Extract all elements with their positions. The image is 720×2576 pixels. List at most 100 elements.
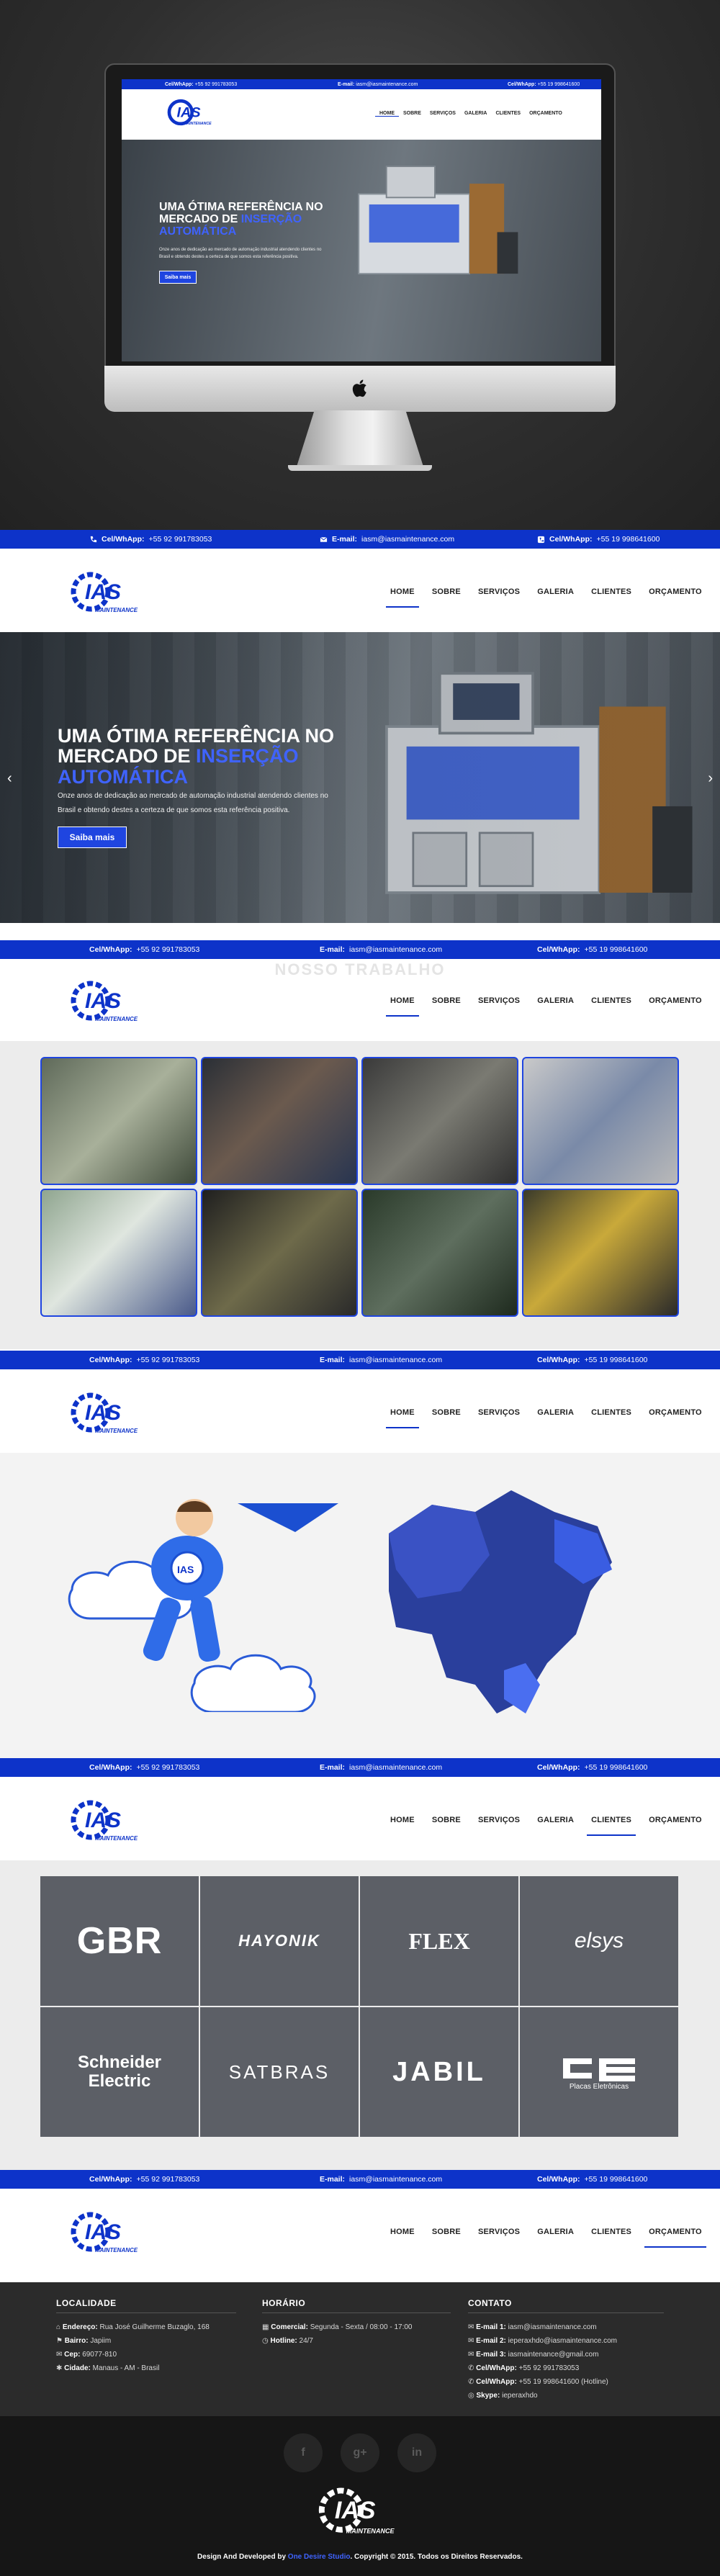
apple-icon — [352, 379, 366, 397]
footer-localidade: LOCALIDADE ⌂ Endereço: Rua José Guilherm… — [56, 2298, 236, 2375]
svg-text:IAS: IAS — [85, 1401, 121, 1425]
imac-stand — [297, 410, 423, 467]
gallery-photo[interactable] — [201, 1057, 358, 1185]
topbar-galeria: Cel/WhApp: +55 92 991783053 E-mail: iasm@i… — [0, 940, 720, 962]
svg-text:MAINTENANCE: MAINTENANCE — [95, 1835, 138, 1842]
copyright: Design And Developed by One Desire Studi… — [197, 2553, 523, 2561]
whatsapp-icon — [537, 536, 545, 543]
main-nav: HOME SOBRE SERVIÇOS GALERIA CLIENTES ORÇ… — [382, 996, 711, 1017]
saiba-mais-button[interactable]: Saiba mais — [58, 827, 127, 848]
hero-title: UMA ÓTIMA REFERÊNCIA NO MERCADO DE INSER… — [58, 725, 334, 788]
imac-chin — [104, 366, 616, 412]
gallery-photo[interactable] — [522, 1189, 679, 1317]
svg-text:MAINTENANCE: MAINTENANCE — [95, 607, 138, 613]
gallery-grid — [40, 1057, 680, 1317]
imac-screen: Cel/WhApp: +55 92 991783053 E-mail: iasm… — [122, 79, 601, 361]
main-nav: HOME SOBRE SERVIÇOS GALERIA CLIENTES ORÇ… — [382, 1408, 711, 1428]
nav-sobre[interactable]: SOBRE — [423, 587, 469, 596]
header-servicos: IAS MAINTENANCE HOME SOBRE SERVIÇOS GALE… — [0, 1372, 720, 1451]
nav-home[interactable]: HOME — [382, 587, 423, 608]
clients-section: GBR HAYONIK FLEX elsys Schneider Electri… — [0, 1860, 720, 2170]
facebook-icon[interactable]: f — [284, 2433, 323, 2472]
topbar-home: Cel/WhApp: +55 92 991783053 E-mail: iasm@i… — [0, 530, 720, 551]
slider-next-icon[interactable]: › — [708, 770, 713, 787]
client-logo: HAYONIK — [200, 1876, 359, 2006]
ias-logo[interactable]: IAS MAINTENANCE — [69, 2210, 145, 2258]
client-logo: SATBRAS — [200, 2007, 359, 2137]
main-nav: HOME SOBRE SERVIÇOS GALERIA CLIENTES ORÇ… — [382, 2228, 711, 2248]
services-section: IAS — [0, 1453, 720, 1758]
header-orcamento: IAS MAINTENANCE HOME SOBRE SERVIÇOS GALE… — [0, 2192, 720, 2282]
svg-text:IAS: IAS — [335, 2497, 376, 2524]
svg-text:MAINTENANCE: MAINTENANCE — [95, 2247, 138, 2253]
header-galeria: NOSSO TRABALHO IAS MAINTENANCE HOME SOBR… — [0, 960, 720, 1040]
ias-logo[interactable]: IAS MAINTENANCE — [69, 979, 145, 1027]
nav-orcamento[interactable]: ORÇAMENTO — [640, 587, 711, 596]
topbar-email[interactable]: E-mail: iasm@iasmaintenance.com — [320, 535, 454, 544]
client-logo: elsys — [520, 1876, 678, 2006]
svg-text:IAS: IAS — [85, 580, 121, 604]
svg-text:IAS: IAS — [85, 989, 121, 1013]
imac-mockup: Cel/WhApp: +55 92 991783053 E-mail: iasm… — [104, 63, 616, 412]
footer-contato: CONTATO ✉ E-mail 1: iasm@iasmaintenance.… — [468, 2298, 664, 2402]
nav-galeria[interactable]: GALERIA — [528, 587, 582, 596]
svg-text:MAINTENANCE: MAINTENANCE — [184, 122, 212, 126]
svg-text:IAS: IAS — [85, 1809, 121, 1832]
superhero-illustration: IAS — [68, 1499, 338, 1712]
gallery-photo[interactable] — [201, 1189, 358, 1317]
topbar-clientes: Cel/WhApp: +55 92 991783053 E-mail: iasm@i… — [0, 1758, 720, 1780]
nav-clientes[interactable]: CLIENTES — [582, 587, 640, 596]
client-logo: Schneider Electric — [40, 2007, 199, 2137]
gallery-photo[interactable] — [361, 1057, 518, 1185]
topbar-servicos: Cel/WhApp: +55 92 991783053 E-mail: iasm@i… — [0, 1351, 720, 1372]
gallery-photo[interactable] — [361, 1189, 518, 1317]
mini-logo: IAS MAINTENANCE — [167, 99, 212, 126]
mini-hero: UMA ÓTIMA REFERÊNCIA NO MERCADO DE INSER… — [122, 140, 601, 361]
svg-text:IAS: IAS — [85, 2220, 121, 2244]
footer-horario: HORÁRIO ▦ Comercial: Segunda - Sexta / 0… — [262, 2298, 451, 2348]
gallery-section — [0, 1041, 720, 1349]
svg-text:MAINTENANCE: MAINTENANCE — [95, 1016, 138, 1022]
mini-phone: Cel/WhApp: +55 92 991783053 — [165, 81, 238, 87]
studio-link[interactable]: One Desire Studio — [288, 2553, 351, 2561]
ias-logo[interactable]: IAS MAINTENANCE — [69, 570, 145, 618]
header-home: IAS MAINTENANCE HOME SOBRE SERVIÇOS GALE… — [0, 551, 720, 631]
main-nav: HOME SOBRE SERVIÇOS GALERIA CLIENTES ORÇ… — [382, 587, 711, 608]
slider-prev-icon[interactable]: ‹ — [7, 770, 12, 787]
phone-icon — [90, 536, 97, 542]
mail-icon — [320, 536, 328, 542]
footer-bottom: f g+ in IAS MAINTENANCE Design And Devel… — [0, 2416, 720, 2576]
ghost-title: NOSSO TRABALHO — [274, 960, 446, 978]
gallery-photo[interactable] — [40, 1057, 197, 1185]
client-logo: Placas Eletrônicas — [520, 2007, 678, 2137]
mockup-background: Cel/WhApp: +55 92 991783053 E-mail: iasm… — [0, 0, 720, 530]
footer-logo: IAS MAINTENANCE — [318, 2487, 395, 2534]
svg-text:MAINTENANCE: MAINTENANCE — [346, 2527, 395, 2534]
header-clientes: IAS MAINTENANCE HOME SOBRE SERVIÇOS GALE… — [0, 1780, 720, 1859]
svg-text:MAINTENANCE: MAINTENANCE — [95, 1428, 138, 1434]
mini-email: E-mail: iasm@iasmaintenance.com — [338, 81, 418, 87]
topbar-whatsapp[interactable]: Cel/WhApp: +55 19 998641600 — [537, 535, 660, 544]
gallery-photo[interactable] — [40, 1189, 197, 1317]
svg-text:IAS: IAS — [177, 105, 201, 121]
instagram-icon[interactable]: in — [397, 2433, 436, 2472]
hero-slider: UMA ÓTIMA REFERÊNCIA NO MERCADO DE INSER… — [0, 632, 720, 923]
svg-text:IAS: IAS — [177, 1564, 194, 1575]
client-logo: GBR — [40, 1876, 199, 2006]
clients-grid: GBR HAYONIK FLEX elsys Schneider Electri… — [40, 1876, 680, 2137]
main-nav: HOME SOBRE SERVIÇOS GALERIA CLIENTES ORÇ… — [390, 1816, 702, 1836]
brazil-map — [389, 1490, 612, 1713]
mini-nav: HOME SOBRE SERVIÇOS GALERIA CLIENTES ORÇ… — [375, 111, 567, 117]
nav-servicos[interactable]: SERVIÇOS — [469, 587, 528, 596]
ias-logo[interactable]: IAS MAINTENANCE — [69, 1798, 145, 1846]
topbar-phone[interactable]: Cel/WhApp: +55 92 991783053 — [89, 535, 212, 544]
topbar-orcamento: Cel/WhApp: +55 92 991783053 E-mail: iasm@i… — [0, 2170, 720, 2192]
ce-logo-icon — [563, 2058, 635, 2081]
hero-text: Onze anos de dedicação ao mercado de aut… — [58, 792, 328, 814]
google-plus-icon[interactable]: g+ — [341, 2433, 379, 2472]
gallery-photo[interactable] — [522, 1057, 679, 1185]
ias-logo[interactable]: IAS MAINTENANCE — [69, 1391, 145, 1438]
imac-foot — [288, 465, 432, 471]
mini-whatsapp: Cel/WhApp: +55 19 998641600 — [508, 81, 580, 87]
client-logo: FLEX — [360, 1876, 518, 2006]
